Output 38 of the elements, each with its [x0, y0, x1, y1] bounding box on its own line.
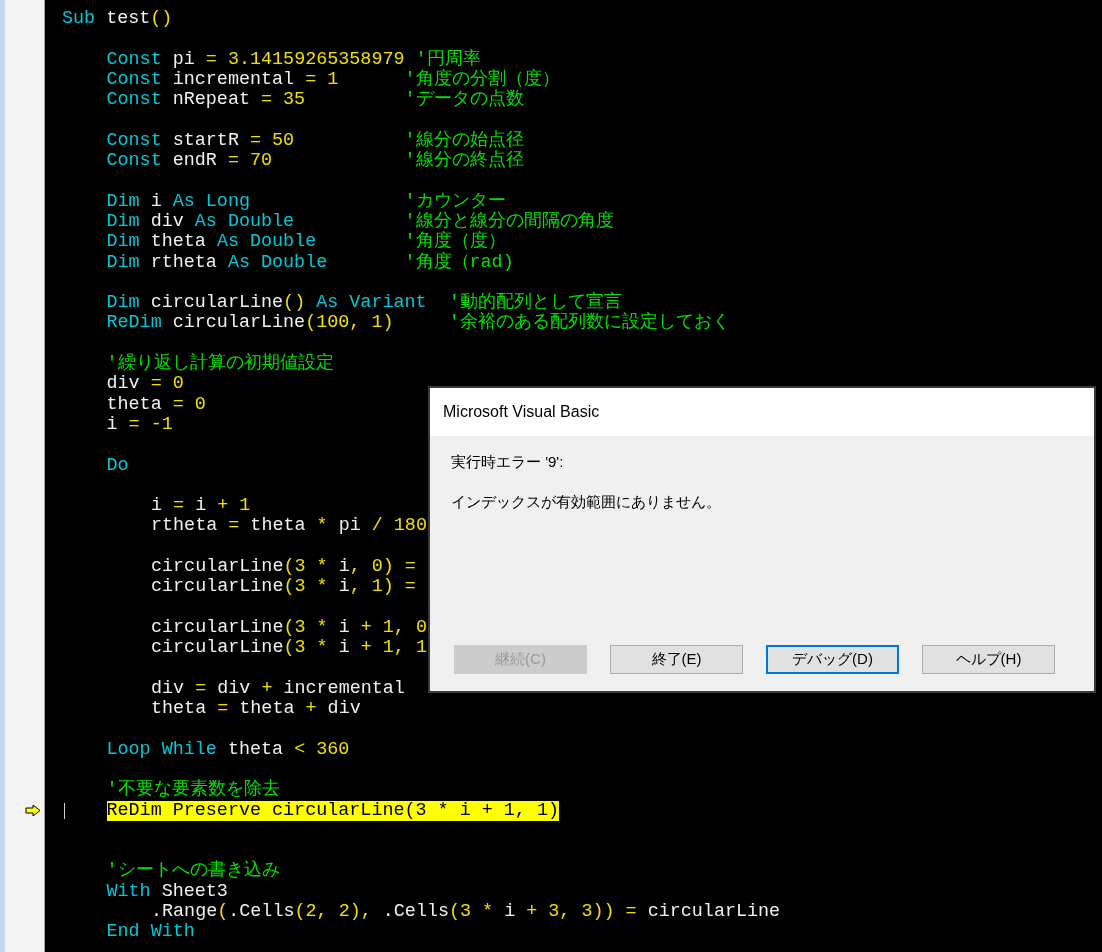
- code-line: Const endR = 70 '線分の終点径: [106, 151, 524, 172]
- code-line: rtheta = theta * pi / 180: [151, 516, 427, 537]
- code-line: circularLine(3 * i, 1) =: [151, 577, 416, 598]
- code-line: 'シートへの書き込み: [106, 861, 280, 882]
- code-line: Sub test(): [62, 9, 173, 30]
- code-line: Do: [106, 455, 129, 476]
- dialog-button[interactable]: 終了(E): [610, 645, 743, 674]
- code-line: div = div + incremental: [151, 678, 405, 700]
- code-line: circularLine(3 * i + 1, 0: [151, 617, 427, 639]
- code-line: Const nRepeat = 35 'データの点数: [106, 90, 524, 111]
- code-line: Dim i As Long 'カウンター: [106, 191, 506, 212]
- code-line: '不要な要素数を除去: [106, 780, 280, 801]
- error-heading: 実行時エラー '9':: [451, 452, 564, 472]
- code-line: Const incremental = 1 '角度の分割（度）: [106, 69, 560, 90]
- error-message: インデックスが有効範囲にありません。: [451, 491, 721, 512]
- code-line: i = i + 1: [151, 496, 251, 517]
- code-line: ReDim circularLine(100, 1) '余裕のある配列数に設定しておく: [106, 313, 730, 334]
- code-line: i = -1: [106, 414, 173, 436]
- dialog-button[interactable]: デバッグ(D): [766, 645, 899, 674]
- code-line: '繰り返し計算の初期値設定: [106, 354, 334, 375]
- code-line: Const startR = 50 '線分の始点径: [106, 130, 524, 151]
- code-line: .Range(.Cells(2, 2), .Cells(3 * i + 3, 3)) = circularLine: [151, 902, 781, 923]
- code-line: theta = theta + div: [151, 699, 361, 720]
- code-line: End With: [106, 922, 195, 943]
- dialog-button[interactable]: ヘルプ(H): [922, 645, 1055, 674]
- code-line: Dim theta As Double '角度（度）: [106, 232, 506, 253]
- code-line: Loop While theta < 360: [106, 739, 350, 760]
- code-line: Const pi = 3.14159265358979 '円周率: [106, 49, 481, 70]
- code-line: div = 0: [106, 374, 184, 395]
- current-line-highlight: ReDim Preserve circularLine(3 * i + 1, 1): [106, 800, 560, 821]
- code-line: With Sheet3: [106, 881, 228, 903]
- execution-arrow-icon: [25, 804, 41, 818]
- code-line: theta = 0: [106, 394, 206, 415]
- code-line: Dim div As Double '線分と線分の間隔の角度: [106, 211, 614, 232]
- code-line: circularLine(3 * i, 0) =: [151, 557, 416, 578]
- code-line: circularLine(3 * i + 1, 1: [151, 638, 427, 659]
- code-line: Dim rtheta As Double '角度（rad): [106, 252, 514, 273]
- dialog-title: Microsoft Visual Basic: [443, 402, 600, 422]
